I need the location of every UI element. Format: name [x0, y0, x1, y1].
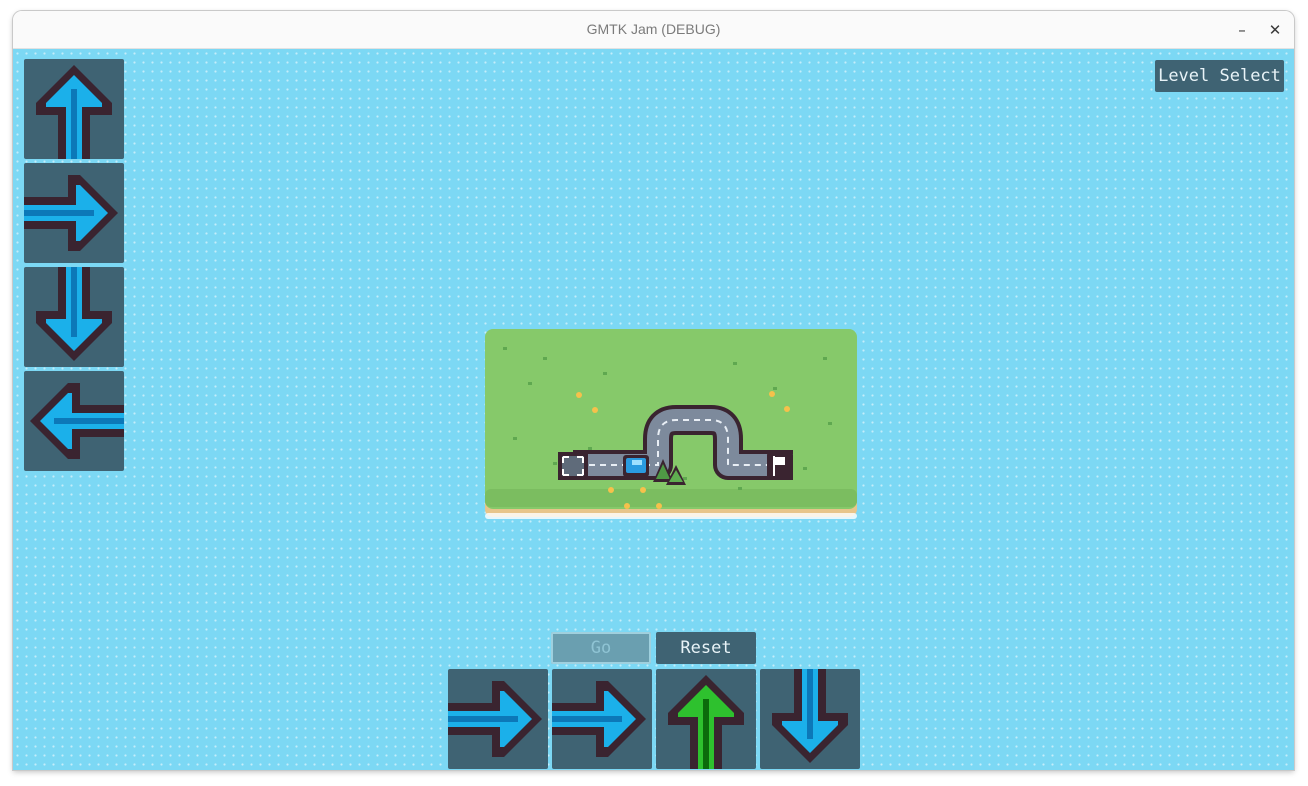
palette-tile-left[interactable] — [24, 371, 124, 471]
palette-tile-down[interactable] — [24, 267, 124, 367]
arrow-right-icon — [448, 681, 542, 757]
level-select-button[interactable]: Level Select — [1155, 60, 1284, 92]
close-button[interactable]: ✕ — [1263, 18, 1287, 42]
arrow-right-icon — [552, 681, 646, 757]
finish-flag — [767, 452, 793, 480]
window-title: GMTK Jam (DEBUG) — [586, 21, 721, 37]
palette-tile-up[interactable] — [24, 59, 124, 159]
car — [623, 455, 649, 477]
sequence-slot-2[interactable] — [552, 669, 652, 769]
arrow-up-icon — [36, 65, 112, 159]
start-marker — [558, 452, 588, 480]
arrow-left-icon — [30, 383, 124, 459]
go-button[interactable]: Go — [551, 632, 651, 664]
arrow-up-icon — [668, 675, 744, 769]
minimize-button[interactable]: – — [1230, 18, 1254, 42]
arrow-right-icon — [24, 175, 118, 251]
island-grass-shade — [485, 489, 857, 507]
arrow-down-icon — [36, 267, 112, 361]
game-window: GMTK Jam (DEBUG) – ✕ Level Select Go Res… — [13, 11, 1294, 770]
arrow-down-icon — [772, 669, 848, 763]
island — [485, 329, 857, 519]
palette-tile-right[interactable] — [24, 163, 124, 263]
titlebar: GMTK Jam (DEBUG) – ✕ — [13, 11, 1294, 49]
sequence-slot-3-active[interactable] — [656, 669, 756, 769]
sequence-slot-4[interactable] — [760, 669, 860, 769]
island-foam — [485, 513, 857, 519]
sequence-slot-1[interactable] — [448, 669, 548, 769]
reset-button[interactable]: Reset — [656, 632, 756, 664]
game-viewport: Level Select Go Reset — [13, 49, 1294, 770]
